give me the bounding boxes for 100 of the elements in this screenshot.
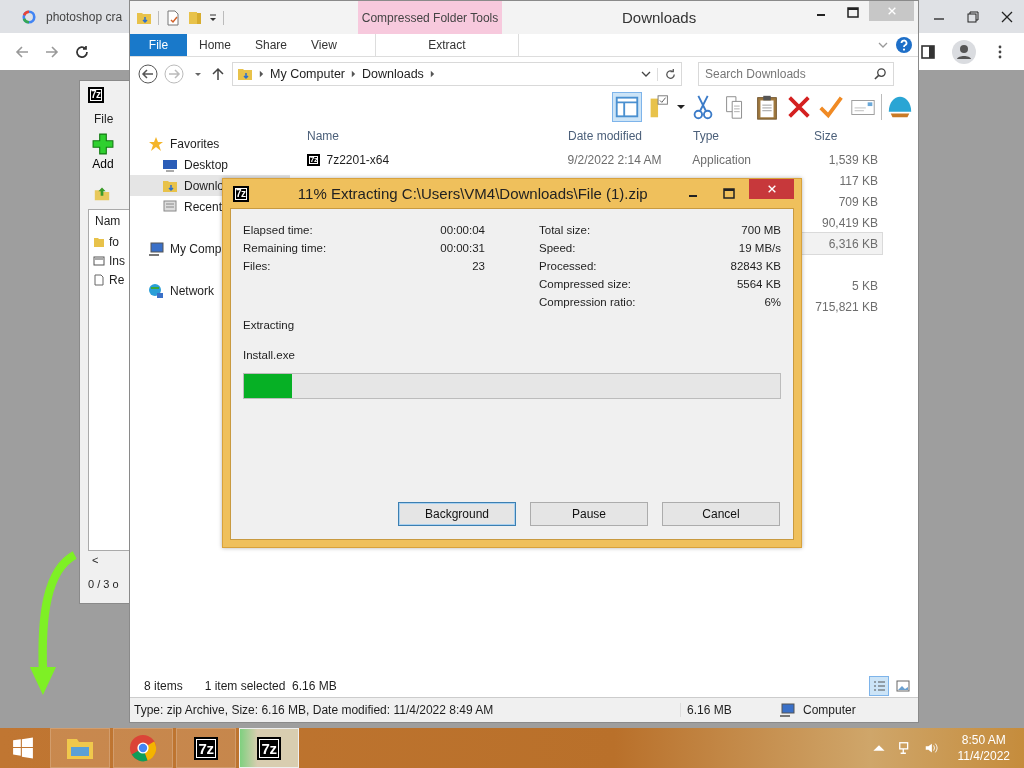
- app-logo-icon: 7z: [233, 185, 249, 202]
- taskbar-button[interactable]: 7z: [176, 728, 236, 768]
- breadcrumb-arrow-icon[interactable]: [259, 70, 264, 78]
- ribbon-tab[interactable]: View: [299, 34, 349, 56]
- computer-icon: [779, 702, 795, 718]
- volume-icon[interactable]: [923, 741, 938, 755]
- star-icon: [148, 135, 164, 152]
- stat-value: 19 MB/s: [738, 242, 781, 254]
- stat-value: 6%: [764, 296, 781, 308]
- stat-label: Total size:: [539, 224, 591, 236]
- file-name: 7z2201-x64: [326, 152, 390, 167]
- new-folder-icon[interactable]: [187, 9, 203, 26]
- column-header[interactable]: Name: [302, 129, 563, 143]
- file-name[interactable]: fo: [109, 234, 119, 249]
- menu-item[interactable]: File: [94, 112, 114, 126]
- scroll-left-button[interactable]: <: [92, 554, 99, 566]
- navigation-item[interactable]: Favorites: [130, 133, 290, 154]
- type-cell-text: Application: [691, 152, 753, 167]
- document-icon: [93, 273, 105, 286]
- recent-places-icon: [162, 198, 178, 215]
- stat-value: 700 MB: [741, 224, 781, 236]
- up-arrow-icon[interactable]: [212, 67, 224, 81]
- dropdown-icon[interactable]: [641, 70, 651, 78]
- current-file: Install.exe: [243, 349, 296, 361]
- location-text: Computer: [803, 703, 856, 717]
- breadcrumb-arrow-icon[interactable]: [351, 70, 357, 78]
- forward-arrow-icon[interactable]: [44, 43, 60, 60]
- app-logo-icon: 7z: [193, 736, 219, 760]
- file-name[interactable]: Ins: [109, 253, 125, 268]
- stat-label: Remaining time:: [243, 242, 327, 254]
- expand-ribbon-icon[interactable]: [878, 41, 888, 49]
- reload-icon[interactable]: [74, 43, 90, 60]
- folder-icon: [237, 66, 253, 82]
- address-bar[interactable]: My Computer Downloads: [232, 62, 682, 86]
- stat-label: Compression ratio:: [539, 296, 636, 308]
- stat-label: Compressed size:: [539, 278, 632, 290]
- size-cell-text: 1,539 KB: [827, 152, 879, 167]
- properties-icon[interactable]: [165, 9, 181, 26]
- column-header[interactable]: Nam: [89, 210, 123, 232]
- ribbon-tab[interactable]: File: [130, 34, 187, 56]
- folder-icon: [93, 235, 105, 248]
- column-header[interactable]: Date modified: [563, 129, 688, 143]
- stat-value: 00:00:04: [440, 224, 485, 236]
- dialog-title: 11% Extracting C:\Users\VM4\Downloads\File (1).zip: [296, 185, 649, 202]
- size-text: 6.16 MB: [680, 703, 773, 717]
- app-logo-icon: 7z: [88, 87, 104, 103]
- details-view-icon[interactable]: [870, 677, 888, 695]
- browser-icon: [128, 734, 158, 762]
- taskbar-button[interactable]: [113, 728, 173, 768]
- close-icon: [886, 6, 897, 16]
- stat-label: Files:: [243, 260, 271, 272]
- plus-icon: [92, 133, 114, 155]
- breadcrumb-arrow-icon[interactable]: [429, 70, 435, 78]
- refresh-icon[interactable]: [657, 67, 677, 81]
- taskbar-button[interactable]: [50, 728, 110, 768]
- large-icons-view-icon[interactable]: [894, 677, 912, 695]
- ribbon-tab[interactable]: Share: [243, 34, 300, 56]
- dialog-button[interactable]: Pause: [530, 502, 648, 526]
- column-header[interactable]: Size: [809, 129, 888, 143]
- stat-value: 23: [472, 260, 485, 272]
- navigation-item[interactable]: Network: [130, 280, 290, 301]
- status-text: 0 / 3 o: [88, 578, 119, 590]
- file-name[interactable]: Re: [109, 272, 125, 287]
- dialog-button[interactable]: Background: [398, 502, 516, 526]
- stat-label: Processed:: [539, 260, 597, 272]
- preview-pane-icon[interactable]: [613, 93, 641, 121]
- app-logo-icon: 7z: [256, 736, 282, 760]
- size-cell-text: 117 KB: [838, 173, 879, 188]
- window-title: Downloads: [622, 9, 697, 26]
- selection-info: 1 item selected 6.16 MB: [204, 679, 337, 693]
- search-icon: [874, 67, 887, 80]
- navigation-item[interactable]: Desktop: [130, 154, 290, 175]
- help-icon[interactable]: [896, 37, 912, 53]
- dialog-button[interactable]: Cancel: [662, 502, 780, 526]
- close-icon: [766, 184, 777, 194]
- stat-value: 5564 KB: [736, 278, 781, 290]
- contextual-tab-group: Compressed Folder Tools: [358, 1, 502, 34]
- breadcrumb[interactable]: Downloads: [362, 67, 424, 81]
- taskbar-button[interactable]: 7z: [239, 728, 299, 768]
- column-header[interactable]: Type: [688, 129, 809, 143]
- operation-label: Extracting: [243, 319, 296, 331]
- stat-label: Speed:: [539, 242, 576, 254]
- item-count: 8 items: [144, 679, 183, 693]
- size-cell-text: 6,316 KB: [827, 236, 879, 251]
- dropdown-icon[interactable]: [209, 13, 217, 22]
- window-icon: [93, 254, 105, 267]
- ribbon-tab[interactable]: Home: [187, 34, 243, 56]
- profile-avatar-icon[interactable]: [952, 39, 976, 64]
- details-text: Type: zip Archive, Size: 6.16 MB, Date modified: 11/4/2022 8:49 AM: [134, 703, 495, 717]
- breadcrumb[interactable]: My Computer: [270, 67, 346, 81]
- side-panel-icon[interactable]: [920, 43, 936, 60]
- search-engine-logo-icon: [22, 9, 36, 24]
- dropdown-icon[interactable]: [677, 103, 685, 111]
- date-cell-text: 9/2/2022 2:14 AM: [566, 152, 663, 167]
- computer-icon: [148, 240, 164, 257]
- globe-icon: [148, 282, 164, 299]
- stat-label: Elapsed time:: [243, 224, 313, 236]
- ribbon-tab[interactable]: Extract: [374, 34, 519, 56]
- add-button[interactable]: Add: [92, 133, 114, 171]
- search-field[interactable]: Search Downloads: [698, 62, 894, 86]
